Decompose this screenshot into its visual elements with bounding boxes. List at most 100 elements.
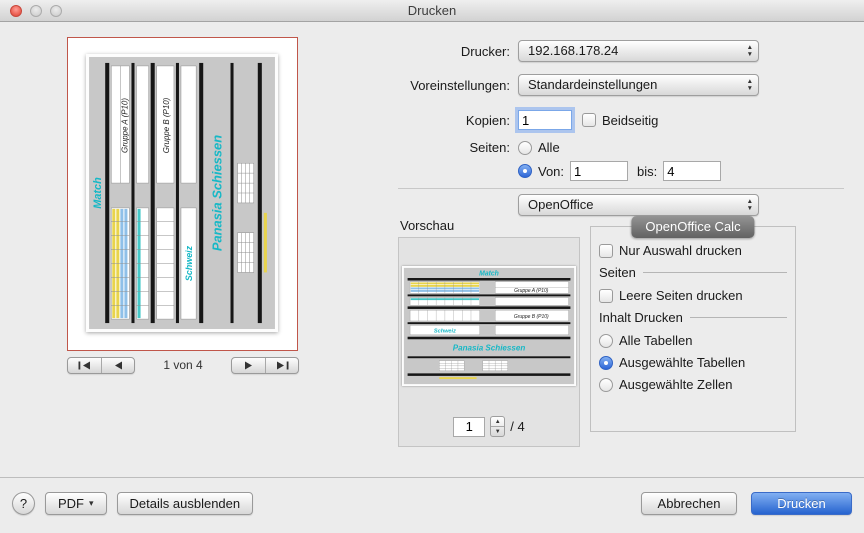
- presets-popup[interactable]: Standardeinstellungen ▲▼: [518, 74, 759, 96]
- page-schweiz-text: Schweiz: [184, 245, 194, 281]
- stepper-down-button[interactable]: ▼: [491, 427, 504, 436]
- only-selection-row: Nur Auswahl drucken: [599, 243, 787, 258]
- selected-sheets-label: Ausgewählte Tabellen: [619, 355, 745, 370]
- content-section-label: Inhalt Drucken: [599, 310, 683, 325]
- pages-all-radio[interactable]: [518, 141, 532, 155]
- pages-from-label: Von:: [538, 164, 564, 179]
- printer-label: Drucker:: [398, 44, 518, 59]
- pages-to-label: bis:: [637, 164, 657, 179]
- hide-details-label: Details ausblenden: [130, 496, 241, 511]
- print-preview-well[interactable]: Match Gruppe A (P10): [67, 37, 298, 351]
- last-page-icon: [276, 361, 289, 370]
- nav-forward-group: [231, 357, 299, 374]
- duplex-label: Beidseitig: [602, 113, 658, 128]
- page-match-text: Match: [479, 270, 499, 277]
- skip-empty-row: Leere Seiten drucken: [599, 288, 787, 303]
- page-stepper: ▲ ▼: [490, 416, 505, 437]
- page-gruppe-a-text: Gruppe A (P10): [514, 288, 549, 294]
- all-sheets-row: Alle Tabellen: [599, 333, 787, 348]
- window-title: Drucken: [0, 0, 864, 22]
- page-gruppe-b-text: Gruppe B (P10): [162, 97, 171, 153]
- selected-cells-label: Ausgewählte Zellen: [619, 377, 732, 392]
- copies-label: Kopien:: [398, 113, 518, 128]
- all-sheets-label: Alle Tabellen: [619, 333, 692, 348]
- nav-prev-button[interactable]: [101, 358, 134, 373]
- calc-tab: OpenOffice Calc: [631, 216, 754, 238]
- content-section-header: Inhalt Drucken: [599, 310, 787, 325]
- close-button[interactable]: [10, 5, 22, 17]
- copies-row: Kopien: Beidseitig: [398, 110, 844, 130]
- pdf-label: PDF: [58, 496, 84, 511]
- calc-options-box: OpenOffice Calc Nur Auswahl drucken Seit…: [590, 226, 796, 432]
- preview-pagination: 1 von 4: [67, 356, 299, 374]
- page-indicator: 1 von 4: [135, 358, 231, 372]
- copies-input[interactable]: [518, 110, 572, 130]
- pages-range-row: Von: bis:: [398, 161, 844, 181]
- lower-section: Vorschau Match: [398, 218, 844, 447]
- pages-all-label: Alle: [538, 140, 560, 155]
- print-label: Drucken: [777, 496, 825, 511]
- popup-arrows-icon: ▲▼: [747, 44, 753, 58]
- calc-options-column: OpenOffice Calc Nur Auswahl drucken Seit…: [590, 218, 796, 447]
- page-schweiz-text: Schweiz: [434, 328, 456, 334]
- print-button[interactable]: Drucken: [751, 492, 852, 515]
- selected-sheets-row: Ausgewählte Tabellen: [599, 355, 787, 370]
- titlebar: Drucken: [0, 0, 864, 22]
- selected-sheets-radio[interactable]: [599, 356, 613, 370]
- cancel-button[interactable]: Abbrechen: [641, 492, 737, 515]
- footer: ? PDF ▾ Details ausblenden Abbrechen Dru…: [12, 491, 852, 515]
- printer-row: Drucker: 192.168.178.24 ▲▼: [398, 40, 844, 62]
- page-title-text: Panasia Schiessen: [453, 344, 526, 353]
- nav-first-button[interactable]: [68, 358, 101, 373]
- printer-popup-value: 192.168.178.24: [528, 43, 618, 58]
- pagenum-controls: ▲ ▼ / 4: [399, 416, 579, 437]
- cancel-label: Abbrechen: [658, 496, 721, 511]
- page-total-label: / 4: [510, 419, 524, 434]
- selected-cells-radio[interactable]: [599, 378, 613, 392]
- pages-section-header: Seiten: [599, 265, 787, 280]
- page-gruppe-b-text: Gruppe B (P10): [514, 314, 549, 320]
- print-options-pane: Drucker: 192.168.178.24 ▲▼ Voreinstellun…: [398, 40, 844, 447]
- nav-next-button[interactable]: [232, 358, 265, 373]
- popup-arrows-icon: ▲▼: [747, 78, 753, 92]
- pane-separator: [398, 188, 844, 189]
- hide-details-button[interactable]: Details ausblenden: [117, 492, 254, 515]
- app-popup-row: OpenOffice ▲▼: [398, 194, 844, 216]
- help-label: ?: [20, 496, 27, 511]
- pages-from-input[interactable]: [570, 161, 628, 181]
- pages-to-input[interactable]: [663, 161, 721, 181]
- help-button[interactable]: ?: [12, 492, 35, 515]
- skip-empty-checkbox[interactable]: [599, 289, 613, 303]
- only-selection-checkbox[interactable]: [599, 244, 613, 258]
- selected-cells-row: Ausgewählte Zellen: [599, 377, 787, 392]
- pdf-menu-button[interactable]: PDF ▾: [45, 492, 107, 515]
- stepper-up-button[interactable]: ▲: [491, 417, 504, 427]
- vorschau-label: Vorschau: [400, 218, 580, 233]
- minimize-button: [30, 5, 42, 17]
- spreadsheet-page-art: Match: [402, 266, 576, 386]
- presets-label: Voreinstellungen:: [398, 78, 518, 93]
- page-gruppe-a-text: Gruppe A (P10): [120, 98, 129, 153]
- printer-popup[interactable]: 192.168.178.24 ▲▼: [518, 40, 759, 62]
- all-sheets-radio[interactable]: [599, 334, 613, 348]
- pages-from-radio[interactable]: [518, 164, 532, 178]
- nav-last-button[interactable]: [265, 358, 298, 373]
- footer-separator: [0, 477, 864, 478]
- app-popup-value: OpenOffice: [528, 197, 594, 212]
- vorschau-column: Vorschau Match: [398, 218, 580, 447]
- page-title-text: Panasia Schiessen: [209, 135, 224, 251]
- duplex-checkbox[interactable]: [582, 113, 596, 127]
- zoom-button: [50, 5, 62, 17]
- vorschau-box: Match: [398, 237, 580, 447]
- page-match-text: Match: [92, 177, 104, 209]
- page-number-input[interactable]: [453, 417, 485, 437]
- spreadsheet-page-art: Match Gruppe A (P10): [86, 54, 278, 332]
- presets-row: Voreinstellungen: Standardeinstellungen …: [398, 74, 844, 96]
- pages-all-row: Seiten: Alle: [398, 140, 844, 155]
- pages-section-label: Seiten: [599, 265, 636, 280]
- next-page-icon: [244, 361, 253, 370]
- app-popup[interactable]: OpenOffice ▲▼: [518, 194, 759, 216]
- prev-page-icon: [114, 361, 123, 370]
- preview-page: Match Gruppe A (P10): [86, 54, 278, 332]
- vorschau-thumbnail: Match: [402, 266, 576, 386]
